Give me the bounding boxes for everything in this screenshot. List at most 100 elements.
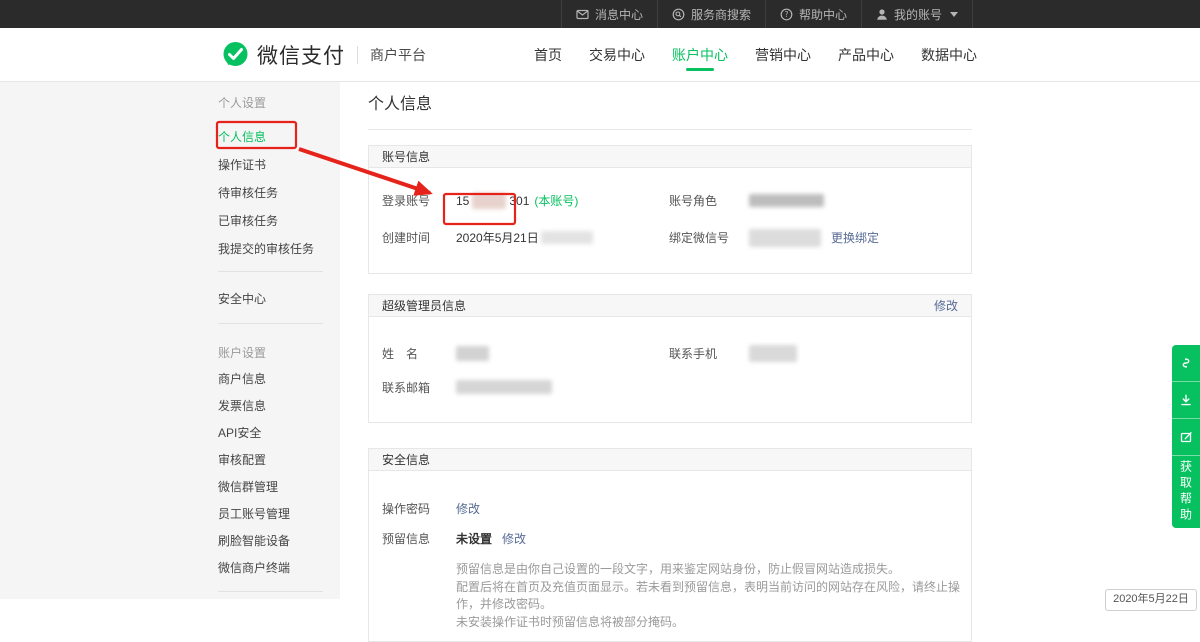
help-line: 配置后将在首页及充值页面显示。若未看到预留信息，表明当前访问的网站存在风险，请终…: [456, 579, 971, 614]
sidebar-item-reviewed-tasks[interactable]: 已审核任务: [218, 215, 340, 227]
sidebar-item-face-smart-device[interactable]: 刷脸智能设备: [218, 535, 340, 547]
account-info-card: 账号信息 登录账号 15 301 (本账号) 账号角色: [368, 145, 972, 274]
sidebar-item-pending-review-tasks[interactable]: 待审核任务: [218, 187, 340, 199]
masked-value: [456, 380, 552, 394]
modify-admin-link[interactable]: 修改: [934, 297, 958, 314]
topbar-message-center[interactable]: 消息中心: [561, 0, 657, 28]
chevron-down-icon: [950, 12, 958, 17]
masked-value: [749, 194, 824, 207]
security-card-header: 安全信息: [369, 449, 971, 471]
help-line: 未安装操作证书时预留信息将被部分掩码。: [456, 614, 971, 632]
sidebar-section-account-settings: 账户设置: [218, 347, 340, 359]
sidebar-divider: [218, 323, 323, 324]
quick-link-button[interactable]: [1172, 345, 1200, 382]
card-title: 安全信息: [382, 451, 430, 468]
field-label: 联系手机: [669, 345, 749, 362]
security-card-body: 操作密码 修改 预留信息 未设置 修改: [369, 471, 971, 641]
account-role-value: [749, 194, 824, 207]
get-help-label: 获取帮助: [1178, 460, 1195, 524]
nav-home[interactable]: 首页: [534, 28, 562, 81]
admin-phone-value: [749, 345, 797, 362]
nav-transaction-center[interactable]: 交易中心: [589, 28, 645, 81]
sidebar-divider: [218, 591, 323, 592]
download-icon: [1179, 393, 1193, 407]
sidebar-item-my-submitted-review-tasks[interactable]: 我提交的审核任务: [218, 243, 340, 255]
security-info-card: 安全信息 操作密码 修改 预留信息 未设置: [368, 448, 972, 642]
sidebar-item-operation-certificate[interactable]: 操作证书: [218, 159, 340, 171]
brand-logo[interactable]: 微信支付 商户平台: [222, 40, 426, 70]
field-label: 预留信息: [382, 530, 456, 547]
field-label: 账号角色: [669, 192, 749, 209]
sidebar-item-invoice-info[interactable]: 发票信息: [218, 400, 340, 412]
feedback-button[interactable]: [1172, 419, 1200, 456]
topbar-item-label: 消息中心: [595, 6, 643, 23]
sidebar: 个人设置 个人信息 操作证书 待审核任务 已审核任务 我提交的审核任务 安全中心…: [0, 82, 340, 599]
download-button[interactable]: [1172, 382, 1200, 419]
masked-value: [749, 229, 821, 247]
wechat-pay-logo-icon: [222, 41, 249, 68]
floating-toolbar: 获取帮助: [1172, 345, 1200, 528]
reserved-info-value: 未设置 修改: [456, 530, 526, 547]
topbar-item-label: 我的账号: [894, 6, 942, 23]
sidebar-divider: [218, 271, 323, 272]
link-icon: [1179, 356, 1193, 370]
admin-name-value: [456, 346, 489, 361]
sidebar-item-wechat-group-management[interactable]: 微信群管理: [218, 481, 340, 493]
masked-value: [472, 193, 506, 209]
info-line: 创建时间 2020年5月21日 绑定微信号 更换绑定: [369, 219, 971, 256]
masked-value: [749, 345, 797, 362]
brand-divider: [357, 46, 358, 64]
sidebar-item-staff-account-management[interactable]: 员工账号管理: [218, 508, 340, 520]
sidebar-item-merchant-info[interactable]: 商户信息: [218, 373, 340, 385]
change-binding-link[interactable]: 更换绑定: [831, 229, 879, 246]
login-account-row: 登录账号 15 301 (本账号): [369, 182, 656, 219]
reserved-info-row: 预留信息 未设置 修改: [369, 523, 526, 553]
masked-value: [541, 231, 593, 244]
admin-phone-row: 联系手机: [656, 336, 971, 370]
admin-name-row: 姓 名: [369, 336, 656, 370]
topbar-my-account[interactable]: 我的账号: [861, 0, 973, 28]
user-icon: [876, 8, 888, 21]
date-tooltip-text: 2020年5月22日: [1113, 593, 1189, 605]
reserved-info-status: 未设置: [456, 530, 492, 547]
operation-password-value: 修改: [456, 500, 480, 517]
page-body: 个人设置 个人信息 操作证书 待审核任务 已审核任务 我提交的审核任务 安全中心…: [0, 82, 1200, 599]
sidebar-item-wechat-merchant-terminal[interactable]: 微信商户终端: [218, 562, 340, 574]
modify-reserved-info-link[interactable]: 修改: [502, 530, 526, 547]
page-title: 个人信息: [368, 96, 972, 130]
get-help-button[interactable]: 获取帮助: [1172, 456, 1200, 528]
edit-icon: [1179, 430, 1193, 444]
admin-email-row: 联系邮箱: [369, 370, 656, 404]
sidebar-item-review-config[interactable]: 审核配置: [218, 454, 340, 466]
mail-icon: [576, 8, 589, 21]
nav-marketing-center[interactable]: 营销中心: [755, 28, 811, 81]
nav-account-center[interactable]: 账户中心: [672, 28, 728, 81]
admin-email-value: [456, 380, 552, 394]
created-time-value: 2020年5月21日: [456, 229, 593, 246]
topbar-service-provider-search[interactable]: 服务商搜索: [657, 0, 765, 28]
field-label: 创建时间: [382, 229, 456, 246]
account-role-row: 账号角色: [656, 182, 971, 219]
nav-data-center[interactable]: 数据中心: [921, 28, 977, 81]
sidebar-item-security-center[interactable]: 安全中心: [218, 293, 340, 305]
super-admin-card-header: 超级管理员信息 修改: [369, 295, 971, 317]
modify-password-link[interactable]: 修改: [456, 500, 480, 517]
created-date-text: 2020年5月21日: [456, 229, 539, 246]
operation-password-row: 操作密码 修改: [369, 493, 480, 523]
main-content: 个人信息 账号信息 登录账号 15 301 (本账号): [368, 82, 972, 599]
brand-portal-label: 商户平台: [370, 45, 426, 65]
topbar-item-label: 服务商搜索: [691, 6, 751, 23]
login-account-prefix: 15: [456, 194, 469, 208]
topbar-help-center[interactable]: ? 帮助中心: [765, 0, 861, 28]
nav-product-center[interactable]: 产品中心: [838, 28, 894, 81]
account-info-card-header: 账号信息: [369, 146, 971, 168]
svg-text:?: ?: [784, 10, 788, 19]
sidebar-section-account-settings-group: 账户设置 商户信息 发票信息 API安全 审核配置 微信群管理 员工账号管理 刷…: [218, 347, 340, 574]
info-line: 姓 名 联系手机: [369, 336, 971, 370]
bound-wechat-value: 更换绑定: [749, 229, 879, 247]
sidebar-item-api-security[interactable]: API安全: [218, 427, 340, 439]
card-title: 账号信息: [382, 148, 430, 165]
info-line: 操作密码 修改: [369, 493, 971, 523]
card-title: 超级管理员信息: [382, 297, 466, 314]
sidebar-item-personal-info[interactable]: 个人信息: [218, 131, 340, 143]
